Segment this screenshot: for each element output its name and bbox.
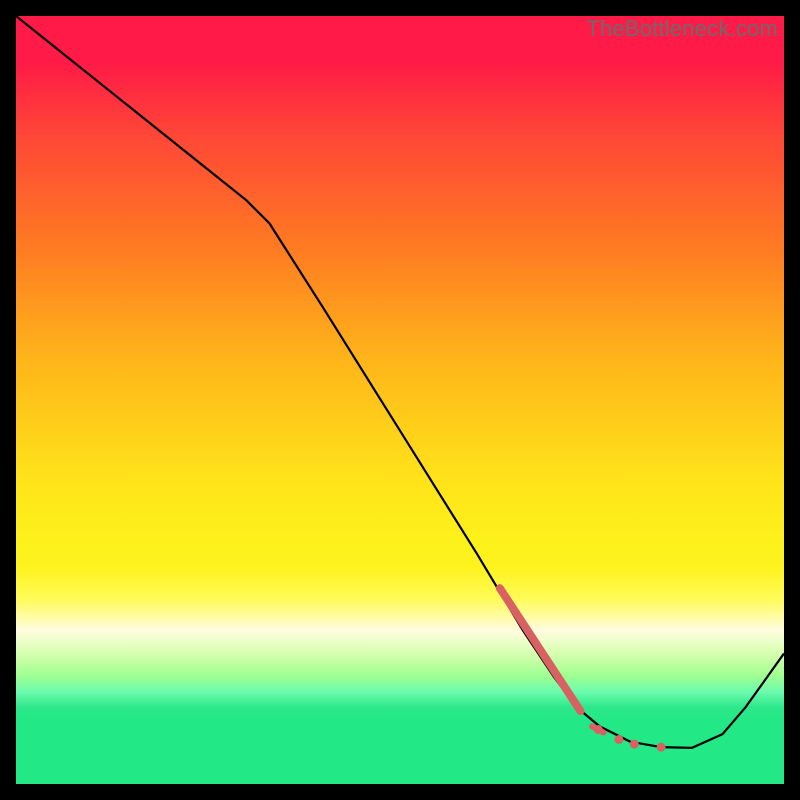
highlight-markers: [500, 588, 666, 751]
bottleneck-curve: [16, 16, 784, 748]
chart-frame: TheBottleneck.com: [0, 0, 800, 800]
highlight-dot: [594, 725, 603, 734]
chart-svg: [16, 16, 784, 784]
plot-area: TheBottleneck.com: [16, 16, 784, 784]
highlight-dot: [657, 743, 666, 752]
highlight-segment: [500, 588, 581, 711]
highlight-dot: [614, 735, 623, 744]
highlight-dot: [630, 740, 639, 749]
